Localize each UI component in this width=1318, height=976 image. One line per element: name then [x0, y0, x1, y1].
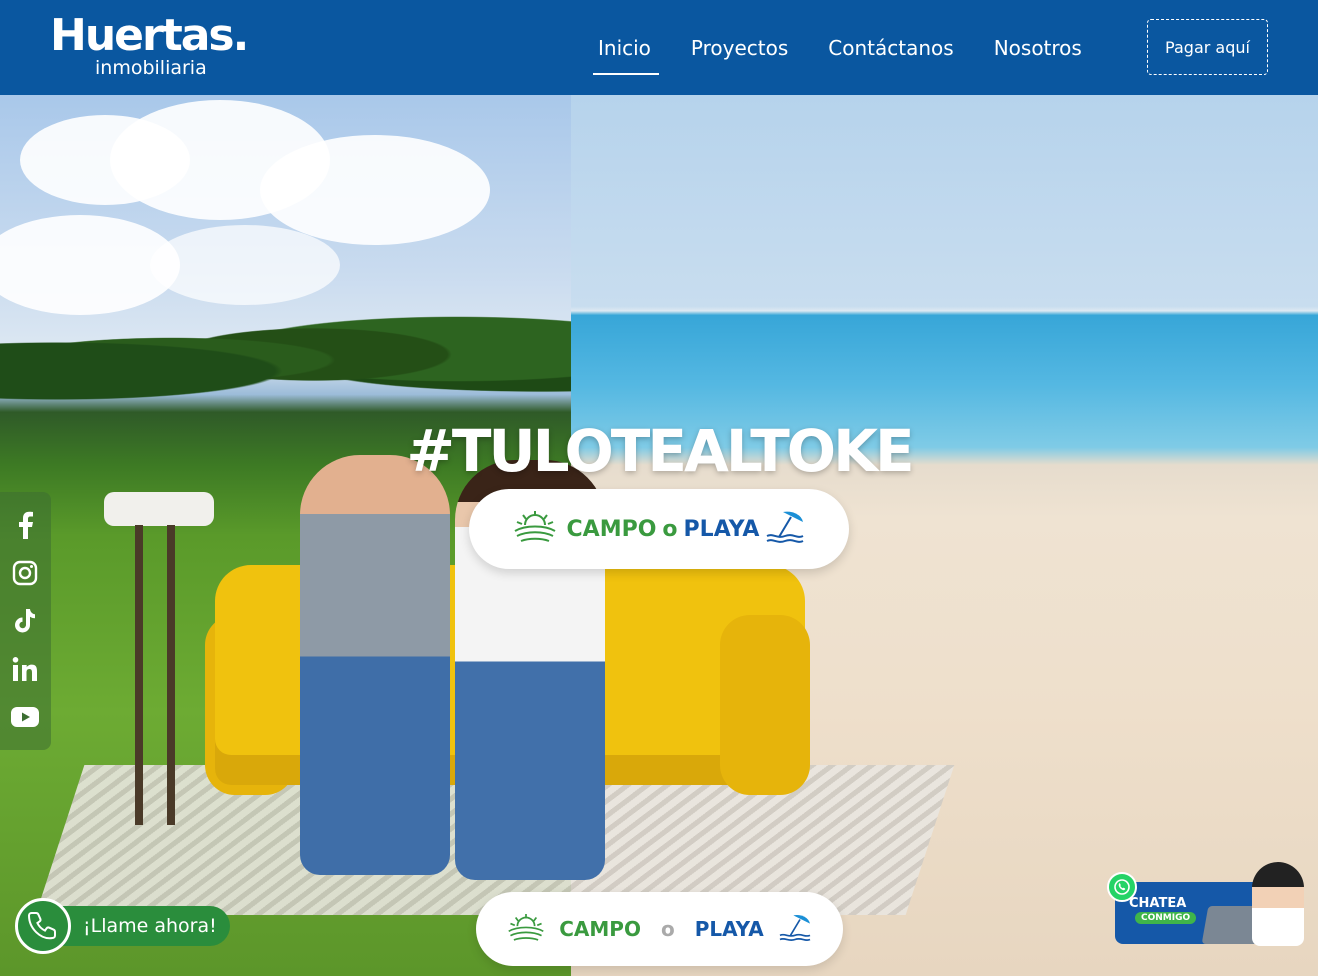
campo-playa-pill-secondary[interactable]: CAMPO o PLAYA	[476, 892, 843, 966]
lamp-stand	[135, 525, 175, 825]
call-now-button[interactable]: ¡Llame ahora!	[59, 906, 230, 946]
logo-main-text: Huertas.	[50, 10, 249, 61]
virtual-assistant-avatar	[1252, 862, 1304, 946]
or-label: o	[660, 917, 675, 941]
playa-label: PLAYA	[694, 917, 764, 941]
chat-title: CHATEA	[1129, 896, 1187, 911]
hero-hashtag: #TULOTEALTOKE	[406, 417, 914, 485]
facebook-icon[interactable]	[11, 511, 39, 539]
man-figure	[300, 455, 450, 875]
beach-umbrella-icon	[778, 912, 812, 947]
instagram-icon[interactable]	[11, 559, 39, 587]
nav-item-contactanos[interactable]: Contáctanos	[820, 0, 961, 95]
campo-playa-pill[interactable]: CAMPO o PLAYA	[469, 489, 849, 569]
site-header: Huertas. inmobiliaria Inicio Proyectos C…	[0, 0, 1318, 95]
page: Huertas. inmobiliaria Inicio Proyectos C…	[0, 0, 1318, 976]
nav-item-nosotros[interactable]: Nosotros	[986, 0, 1090, 95]
or-label: o	[662, 516, 678, 542]
logo-sub-text: inmobiliaria	[95, 57, 207, 79]
campo-icon	[513, 509, 557, 549]
campo-label: CAMPO	[559, 917, 641, 941]
cloud	[150, 225, 340, 305]
campo-icon	[507, 912, 545, 947]
whatsapp-icon[interactable]	[1107, 872, 1137, 902]
main-nav: Inicio Proyectos Contáctanos Nosotros	[590, 0, 1114, 95]
logo[interactable]: Huertas. inmobiliaria	[50, 10, 249, 79]
call-now-widget: ¡Llame ahora!	[15, 898, 230, 954]
cloud	[260, 135, 490, 245]
nav-item-inicio[interactable]: Inicio	[590, 0, 659, 95]
hero-banner: #TULOTEALTOKE CAMPO o PLAYA CAMPO o PLAY…	[0, 95, 1318, 976]
social-sidebar	[0, 492, 51, 750]
tiktok-icon[interactable]	[11, 607, 39, 635]
nav-item-proyectos[interactable]: Proyectos	[683, 0, 796, 95]
phone-icon[interactable]	[15, 898, 71, 954]
chat-widget[interactable]: CHATEA CONMIGO	[1107, 862, 1307, 948]
chat-subtitle: CONMIGO	[1135, 912, 1197, 924]
youtube-icon[interactable]	[11, 703, 39, 731]
playa-label: PLAYA	[683, 516, 760, 542]
pay-button[interactable]: Pagar aquí	[1147, 19, 1268, 75]
linkedin-icon[interactable]	[11, 655, 39, 683]
lamp	[104, 492, 214, 526]
couch-arm	[720, 615, 810, 795]
tree-line	[0, 305, 571, 415]
campo-label: CAMPO	[566, 516, 657, 542]
beach-umbrella-icon	[765, 508, 805, 550]
